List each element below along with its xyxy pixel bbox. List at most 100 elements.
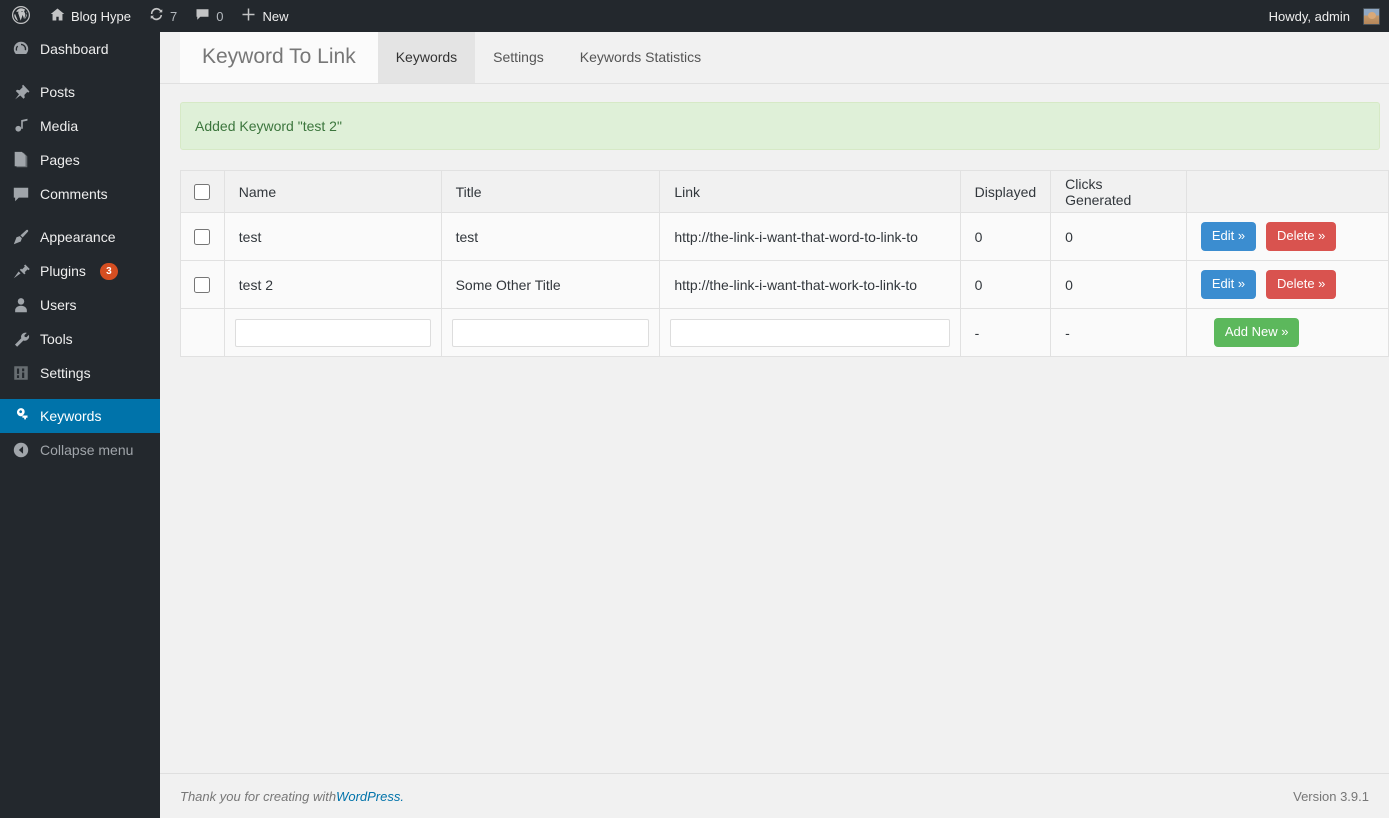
- select-all-header: [180, 170, 225, 213]
- new-keyword-row: - - Add New »: [180, 308, 1389, 357]
- sidebar-item-users[interactable]: Users: [0, 288, 160, 322]
- new-title-cell: [440, 308, 661, 357]
- row-select-cell: [180, 212, 225, 261]
- wordpress-logo-button[interactable]: [0, 0, 41, 32]
- sidebar-item-tools[interactable]: Tools: [0, 322, 160, 356]
- new-actions-cell: Add New »: [1185, 308, 1389, 357]
- select-all-checkbox[interactable]: [194, 184, 211, 201]
- table-head: Name Title Link Displayed Clicks Generat…: [180, 170, 1389, 213]
- dashboard-icon: [11, 39, 31, 59]
- new-content-label: New: [262, 8, 289, 24]
- row-select-cell: [180, 260, 225, 309]
- cell-link: http://the-link-i-want-that-word-to-link…: [659, 212, 961, 261]
- sidebar-item-label: Users: [40, 297, 77, 313]
- column-header-title: Title: [440, 170, 661, 213]
- plugin-tab-bar: Keyword To Link Keywords Settings Keywor…: [160, 31, 1389, 84]
- sidebar-item-media[interactable]: Media: [0, 109, 160, 143]
- sidebar-item-settings[interactable]: Settings: [0, 356, 160, 390]
- tab-keywords[interactable]: Keywords: [377, 31, 476, 83]
- add-new-button[interactable]: Add New »: [1213, 318, 1300, 347]
- admin-bar-right: Howdy, admin: [1260, 0, 1389, 32]
- site-name-label: Blog Hype: [71, 8, 131, 24]
- tab-settings[interactable]: Settings: [475, 31, 562, 83]
- plug-icon: [11, 261, 31, 281]
- updates-count: 7: [169, 8, 178, 24]
- column-header-clicks-generated: Clicks Generated: [1050, 170, 1187, 213]
- my-account-button[interactable]: Howdy, admin: [1260, 0, 1389, 32]
- settings-sliders-icon: [11, 363, 31, 383]
- sidebar-item-comments[interactable]: Comments: [0, 177, 160, 211]
- edit-button[interactable]: Edit »: [1200, 222, 1257, 251]
- admin-bar: Blog Hype 7 0 New Howdy, admin: [0, 0, 1389, 32]
- sidebar-item-label: Media: [40, 118, 79, 134]
- sidebar-item-appearance[interactable]: Appearance: [0, 220, 160, 254]
- arrow-left-circle-icon: [11, 440, 31, 460]
- admin-footer: Thank you for creating with WordPress. V…: [160, 773, 1389, 818]
- cell-link: http://the-link-i-want-that-work-to-link…: [659, 260, 961, 309]
- sidebar-item-label: Settings: [40, 365, 91, 381]
- table-body: test test http://the-link-i-want-that-wo…: [180, 212, 1389, 357]
- sidebar-separator: [0, 211, 160, 220]
- howdy-label: Howdy, admin: [1268, 8, 1350, 24]
- sidebar-item-label: Comments: [40, 186, 108, 202]
- comment-bubble-icon: [11, 184, 31, 204]
- new-link-input[interactable]: [670, 318, 950, 347]
- wordpress-logo-icon: [11, 5, 31, 28]
- column-header-name: Name: [223, 170, 442, 213]
- cell-name: test 2: [223, 260, 442, 309]
- cell-clicks: 0: [1050, 260, 1187, 309]
- comment-bubble-icon: [195, 7, 210, 25]
- sidebar-separator: [0, 66, 160, 75]
- column-header-displayed: Displayed: [959, 170, 1052, 213]
- row-checkbox[interactable]: [194, 277, 211, 294]
- table-header-row: Name Title Link Displayed Clicks Generat…: [180, 170, 1389, 213]
- new-title-input[interactable]: [451, 318, 650, 347]
- wordpress-link[interactable]: WordPress.: [336, 789, 404, 804]
- sidebar-item-label: Keywords: [40, 408, 102, 424]
- delete-button[interactable]: Delete »: [1265, 270, 1337, 299]
- new-link-cell: [659, 308, 961, 357]
- new-displayed-cell: -: [959, 308, 1052, 357]
- new-clicks-cell: -: [1050, 308, 1187, 357]
- site-name-button[interactable]: Blog Hype: [41, 0, 140, 32]
- new-name-input[interactable]: [234, 318, 431, 347]
- new-content-button[interactable]: New: [232, 0, 297, 32]
- keywords-table-wrap: Name Title Link Displayed Clicks Generat…: [180, 170, 1389, 357]
- sidebar-item-label: Pages: [40, 152, 80, 168]
- sidebar-item-pages[interactable]: Pages: [0, 143, 160, 177]
- main-content: Keyword To Link Keywords Settings Keywor…: [160, 31, 1389, 818]
- media-icon: [11, 116, 31, 136]
- cell-title: test: [440, 212, 661, 261]
- tab-keywords-statistics[interactable]: Keywords Statistics: [562, 31, 719, 83]
- edit-button[interactable]: Edit »: [1200, 270, 1257, 299]
- footer-version: Version 3.9.1: [1293, 788, 1369, 804]
- collapse-menu-button[interactable]: Collapse menu: [0, 433, 160, 467]
- sidebar-item-plugins[interactable]: Plugins 3: [0, 254, 160, 288]
- new-row-select-cell: [180, 308, 225, 357]
- delete-button[interactable]: Delete »: [1265, 222, 1337, 251]
- row-checkbox[interactable]: [194, 229, 211, 246]
- keywords-table: Name Title Link Displayed Clicks Generat…: [180, 170, 1389, 357]
- sidebar-item-dashboard[interactable]: Dashboard: [0, 32, 160, 66]
- home-icon: [50, 7, 65, 25]
- table-row: test test http://the-link-i-want-that-wo…: [180, 212, 1389, 261]
- comments-button[interactable]: 0: [186, 0, 232, 32]
- sidebar-item-label: Posts: [40, 84, 76, 100]
- sidebar-item-label: Plugins: [40, 263, 86, 279]
- cell-title: Some Other Title: [440, 260, 661, 309]
- sidebar-item-label: Tools: [40, 331, 73, 347]
- footer-thanks-text: Thank you for creating with: [180, 788, 337, 804]
- sidebar-item-posts[interactable]: Posts: [0, 75, 160, 109]
- updates-icon: [149, 7, 164, 25]
- updates-button[interactable]: 7: [140, 0, 186, 32]
- avatar: [1363, 7, 1380, 25]
- sidebar-item-keywords[interactable]: Keywords: [0, 399, 168, 433]
- cell-name: test: [223, 212, 442, 261]
- cell-actions: Edit » Delete »: [1185, 260, 1389, 309]
- key-icon: [11, 406, 31, 426]
- user-icon: [11, 295, 31, 315]
- paintbrush-icon: [11, 227, 31, 247]
- cell-displayed: 0: [959, 260, 1052, 309]
- sidebar-separator: [0, 390, 160, 399]
- cell-displayed: 0: [959, 212, 1052, 261]
